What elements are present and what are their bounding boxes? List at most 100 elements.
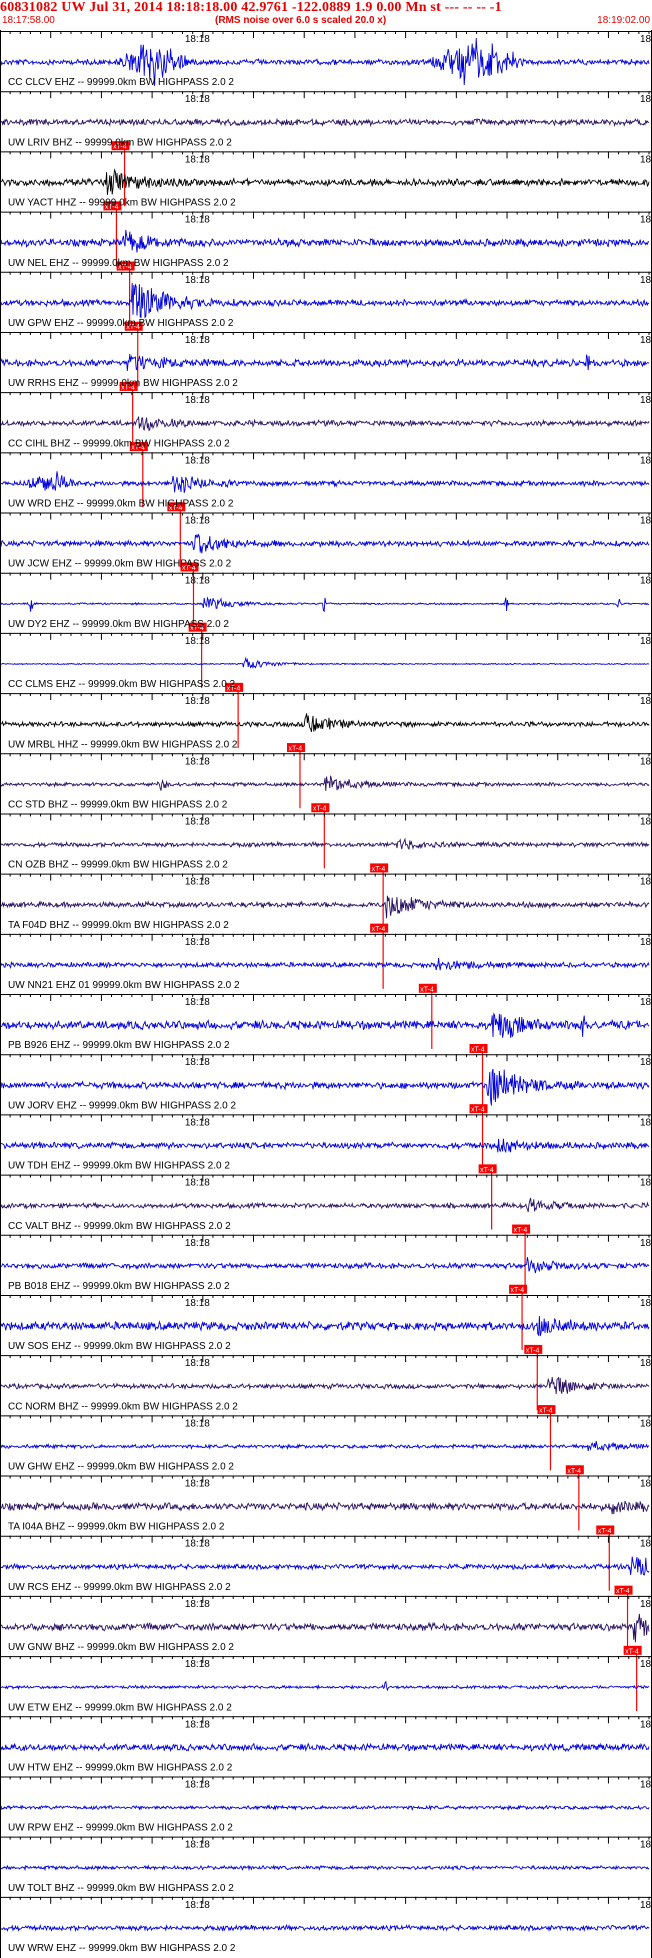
major-tick-label: 18:18 (185, 1539, 210, 1550)
pick-label: xT-4 (372, 926, 386, 933)
trace-row: 18:18 18 xT-4 UW JORV EHZ -- 99999.0km BW H… (0, 1054, 652, 1170)
edge-tick-label: 18 (640, 696, 652, 707)
major-tick-label: 18:18 (185, 335, 210, 346)
waveform (0, 775, 650, 791)
station-label: CC CLCV EHZ -- 99999.0km BW HIGHPASS 2.0… (8, 77, 234, 88)
trace-row: 18:18 18 xT-4 TA I04A BHZ -- 99999.0km BW H… (0, 1475, 652, 1591)
trace-row: 18:18 18 xT-4 CC STD BHZ -- 99999.0km BW HI… (0, 753, 652, 869)
station-label: UW TOLT BHZ -- 99999.0km BW HIGHPASS 2.0… (8, 1883, 234, 1894)
waveform (0, 1138, 650, 1154)
major-tick-label: 18:18 (185, 1117, 210, 1128)
waveform (0, 895, 650, 919)
major-tick-label: 18:18 (185, 154, 210, 165)
trace-row: 18:18 18 xT-4 UW TDH EHZ -- 99999.0km BW HI… (0, 1114, 652, 1230)
trace-row: 18:18 18xT-4UW DY2 EHZ -- 99999.0km BW HI… (0, 572, 652, 688)
scaling-note: (RMS noise over 6.0 s scaled 20.0 x) (215, 15, 387, 26)
trace-row: 18:18 18xT-4UW JCW EHZ -- 99999.0km BW HI… (0, 512, 652, 628)
station-label: UW RRHS EHZ -- 99999.0km BW HIGHPASS 2.0… (8, 378, 238, 389)
waveform (0, 353, 650, 371)
waveform (0, 533, 650, 554)
trace-row: 18:18 18xT-4CC CLMS EHZ -- 99999.0km BW H… (0, 632, 652, 749)
waveform (0, 596, 650, 613)
station-label: UW NN21 EHZ 01 99999.0km BW HIGHPASS 2.0… (8, 980, 240, 991)
trace-row: 18:18 18xT-4UW GPW EHZ -- 99999.0km BW HI… (0, 271, 652, 387)
station-label: UW DY2 EHZ -- 99999.0km BW HIGHPASS 2.0 … (8, 619, 229, 630)
major-tick-label: 18:18 (185, 215, 210, 226)
trace-row: 18:18 18 xT-4 UW NN21 EHZ 01 99999.0km BW H… (0, 933, 652, 1049)
waveform (0, 656, 650, 669)
edge-tick-label: 18 (640, 937, 652, 948)
edge-tick-label: 18 (640, 1298, 652, 1309)
edge-tick-label: 18 (640, 1900, 652, 1911)
trace-row: 18:18 18 xT-4 CC VALT BHZ -- 99999.0km BW H… (0, 1174, 652, 1290)
waveform (0, 713, 650, 733)
waveform (0, 1257, 650, 1274)
waveform (0, 958, 650, 971)
edge-tick-label: 18 (640, 1719, 652, 1730)
edge-tick-label: 18 (640, 94, 652, 105)
pick-label: xT-4 (526, 1347, 540, 1354)
start-time: 18:17:58.00 (2, 15, 55, 26)
edge-tick-label: 18 (640, 1779, 652, 1790)
edge-tick-label: 18 (640, 1659, 652, 1670)
major-tick-label: 18:18 (185, 1659, 210, 1670)
edge-tick-label: 18 (640, 816, 652, 827)
station-label: CC VALT BHZ -- 99999.0km BW HIGHPASS 2.0… (8, 1221, 231, 1232)
waveform (0, 168, 650, 195)
major-tick-label: 18:18 (185, 34, 210, 45)
station-label: UW RPW EHZ -- 99999.0km BW HIGHPASS 2.0 … (8, 1823, 233, 1834)
waveform (0, 229, 650, 253)
edge-tick-label: 18 (640, 636, 652, 647)
station-label: UW WRD EHZ -- 99999.0km BW HIGHPASS 2.0 … (8, 499, 234, 510)
major-tick-label: 18:18 (185, 1840, 210, 1851)
station-label: CC STD BHZ -- 99999.0km BW HIGHPASS 2.0 … (8, 799, 228, 810)
major-tick-label: 18:18 (185, 1479, 210, 1490)
waveform (0, 471, 650, 493)
waveform (0, 1742, 650, 1753)
major-tick-label: 18:18 (185, 516, 210, 527)
edge-tick-label: 18 (640, 455, 652, 466)
station-label: UW WRW EHZ -- 99999.0km BW HIGHPASS 2.0 … (8, 1943, 236, 1954)
major-tick-label: 18:18 (185, 1719, 210, 1730)
trace-row: 18:18 18xT-4UW LRIV BHZ -- 99999.0km BW H… (0, 91, 652, 207)
trace-row: 18:18 18xT-4UW RRHS EHZ -- 99999.0km BW H… (0, 331, 652, 448)
major-tick-label: 18:18 (185, 1298, 210, 1309)
major-tick-label: 18:18 (185, 395, 210, 406)
major-tick-label: 18:18 (185, 1238, 210, 1249)
station-label: UW MRBL HHZ -- 99999.0km BW HIGHPASS 2.0… (8, 739, 238, 750)
station-label: UW RCS EHZ -- 99999.0km BW HIGHPASS 2.0 … (8, 1582, 231, 1593)
waveform (0, 1500, 650, 1515)
trace-row: 18:18 18 xT-4 TA F04D BHZ -- 99999.0km BW H… (0, 873, 652, 989)
trace-row: 18:18 18 xT-4 UW GHW EHZ -- 99999.0km BW HI… (0, 1415, 652, 1531)
trace-row: 18:18 18 UW WRW EHZ -- 99999.0km BW HIGHPA… (0, 1896, 652, 1954)
trace-row: 18:18 18xT-4UW WRD EHZ -- 99999.0km BW HI… (0, 452, 652, 568)
end-time: 18:19:02.00 (597, 15, 650, 26)
edge-tick-label: 18 (640, 1539, 652, 1550)
major-tick-label: 18:18 (185, 1779, 210, 1790)
major-tick-label: 18:18 (185, 1358, 210, 1369)
station-label: TA F04D BHZ -- 99999.0km BW HIGHPASS 2.0… (8, 920, 229, 931)
major-tick-label: 18:18 (185, 1057, 210, 1068)
major-tick-label: 18:18 (185, 877, 210, 888)
seismogram-panel: 18:18 18 CC CLCV EHZ -- 99999.0km BW HIGHP… (0, 30, 652, 1958)
edge-tick-label: 18 (640, 1117, 652, 1128)
station-label: UW GHW EHZ -- 99999.0km BW HIGHPASS 2.0 … (8, 1462, 234, 1473)
edge-tick-label: 18 (640, 395, 652, 406)
waveform (0, 1377, 650, 1395)
pick-label: xT-4 (514, 1227, 528, 1234)
major-tick-label: 18:18 (185, 94, 210, 105)
station-label: CC NORM BHZ -- 99999.0km BW HIGHPASS 2.0… (8, 1401, 238, 1412)
station-label: CC CLMS EHZ -- 99999.0km BW HIGHPASS 2.0… (8, 679, 236, 690)
station-label: CN OZB BHZ -- 99999.0km BW HIGHPASS 2.0 … (8, 860, 228, 871)
edge-tick-label: 18 (640, 335, 652, 346)
edge-tick-label: 18 (640, 1238, 652, 1249)
trace-row: 18:18 18 UW RPW EHZ -- 99999.0km BW HIGHPA… (0, 1776, 652, 1834)
edge-tick-label: 18 (640, 1840, 652, 1851)
station-label: TA I04A BHZ -- 99999.0km BW HIGHPASS 2.0… (8, 1522, 225, 1533)
pick-label: xT-4 (471, 1107, 485, 1114)
pick-label: xT-4 (480, 1167, 494, 1174)
waveform (0, 282, 649, 319)
major-tick-label: 18:18 (185, 576, 210, 587)
waveform (0, 1441, 650, 1452)
edge-tick-label: 18 (640, 997, 652, 1008)
